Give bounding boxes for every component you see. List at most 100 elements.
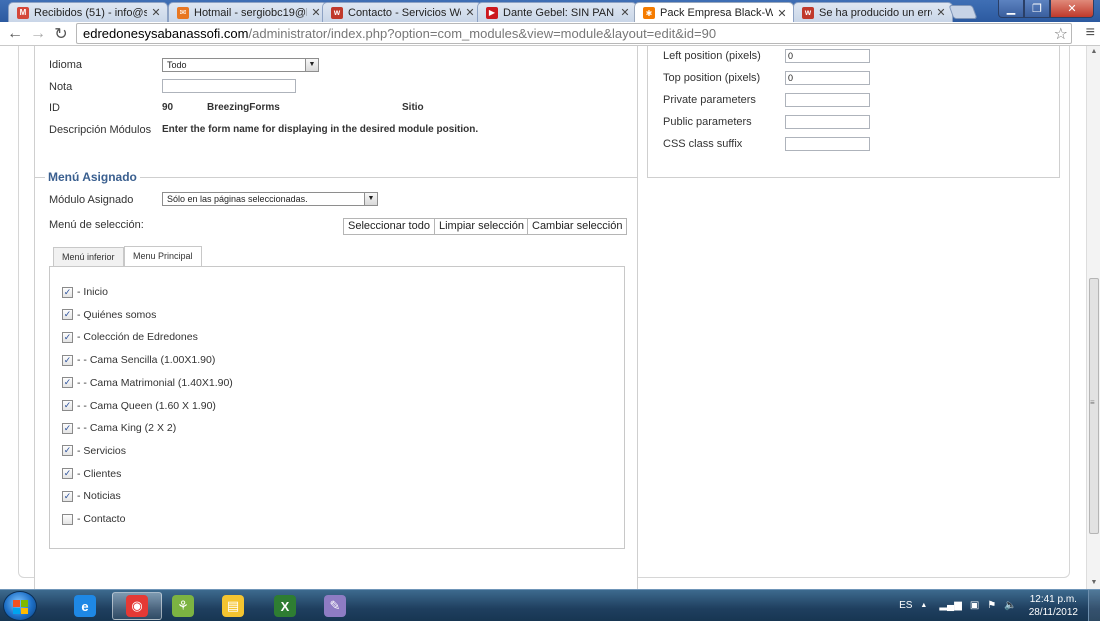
maximize-button[interactable]: ❐: [1024, 0, 1050, 18]
menu-item-checkbox[interactable]: ✓: [62, 354, 73, 366]
tab-menu-inferior[interactable]: Menú inferior: [53, 247, 124, 267]
selection-button-group: Seleccionar todo Limpiar selección Cambi…: [343, 218, 628, 235]
taskbar-app-internet-explorer[interactable]: e: [60, 592, 110, 620]
close-tab-icon[interactable]: ✕: [311, 6, 321, 19]
taskbar-app-paint[interactable]: ✎: [310, 592, 360, 620]
menu-item-checkbox[interactable]: ✓: [62, 445, 73, 457]
note-input[interactable]: [162, 79, 296, 93]
menu-item-label: - - Cama Sencilla (1.00X1.90): [77, 354, 216, 367]
menu-item-checkbox[interactable]: ✓: [62, 400, 73, 411]
browser-tab[interactable]: ✉ Hotmail - sergiobc19@ho ✕: [168, 2, 328, 22]
close-tab-icon[interactable]: ✕: [777, 7, 787, 20]
tab-title: Hotmail - sergiobc19@ho: [194, 6, 307, 19]
menu-item-checkbox[interactable]: ✓: [62, 490, 73, 502]
browser-tab[interactable]: M Recibidos (51) - info@sert ✕: [8, 2, 168, 22]
paint-icon: ✎: [324, 595, 346, 617]
close-tab-icon[interactable]: ✕: [151, 6, 161, 19]
menu-item-checkbox[interactable]: ✓: [62, 309, 73, 321]
menu-item: ✓ - - Cama Queen (1.60 X 1.90): [62, 400, 216, 412]
bookmark-star-icon[interactable]: ☆: [1054, 24, 1068, 44]
windows-logo-icon: [13, 600, 28, 614]
site-label: Sitio: [402, 102, 424, 113]
browser-tab[interactable]: w Se ha producido un error ✕: [793, 2, 953, 22]
note-label: Nota: [49, 81, 73, 93]
module-params-panel: Left position (pixels) 0 Top position (p…: [647, 46, 1060, 178]
clear-selection-button[interactable]: Limpiar selección: [434, 218, 529, 235]
menu-item: ✓ - Colección de Edredones: [62, 331, 198, 343]
close-tab-icon[interactable]: ✕: [620, 6, 630, 19]
menu-item: ✓ - Inicio: [62, 286, 108, 298]
tray-expand-icon[interactable]: ▲: [920, 602, 927, 609]
scroll-up-icon[interactable]: ▲: [1087, 46, 1100, 58]
menu-item-checkbox[interactable]: [62, 513, 73, 525]
page-scrollbar[interactable]: ▲ ≡ ▼: [1086, 46, 1100, 589]
browser-tab[interactable]: w Contacto - Servicios Web ✕: [322, 2, 482, 22]
menu-item: ✓ - Quiénes somos: [62, 309, 156, 321]
show-desktop-button[interactable]: [1088, 590, 1100, 621]
forward-button[interactable]: →: [27, 23, 49, 45]
url-host: edredonesysabanassofi.com: [83, 26, 249, 41]
tab-menu-principal[interactable]: Menu Principal: [124, 246, 202, 267]
menu-item-label: - Colección de Edredones: [77, 331, 198, 344]
scroll-down-icon[interactable]: ▼: [1087, 577, 1100, 589]
left-position-input[interactable]: 0: [785, 49, 870, 63]
menu-item: ✓ - - Cama Sencilla (1.00X1.90): [62, 354, 215, 366]
browser-toolbar: ← → ↻ edredonesysabanassofi.com/administ…: [0, 22, 1100, 46]
clock[interactable]: 12:41 p.m. 28/11/2012: [1029, 593, 1078, 619]
menu-item-checkbox[interactable]: ✓: [62, 468, 73, 480]
browser-tab-strip: M Recibidos (51) - info@sert ✕ ✉ Hotmail - s…: [0, 0, 1100, 23]
language-label: Idioma: [49, 59, 83, 71]
top-position-input[interactable]: 0: [785, 71, 870, 85]
browser-tab[interactable]: ✱ Pack Empresa Black-Whit ✕: [634, 2, 794, 23]
private-params-input[interactable]: [785, 93, 870, 107]
chevron-down-icon: ▼: [364, 193, 377, 205]
address-bar[interactable]: edredonesysabanassofi.com/administrator/…: [76, 23, 1072, 44]
close-tab-icon[interactable]: ✕: [936, 6, 946, 19]
reload-button[interactable]: ↻: [50, 23, 72, 45]
signal-icon[interactable]: ▂▄▆: [939, 600, 961, 611]
close-tab-icon[interactable]: ✕: [465, 6, 475, 19]
menu-item-label: - - Cama Queen (1.60 X 1.90): [77, 399, 216, 412]
taskbar-app-chrome[interactable]: ◉: [112, 592, 162, 620]
network-icon[interactable]: ▣: [970, 600, 979, 611]
menu-item-label: - Quiénes somos: [77, 308, 157, 321]
volume-icon[interactable]: 🔈: [1004, 600, 1016, 611]
menu-item: ✓ - Noticias: [62, 490, 121, 502]
select-all-button[interactable]: Seleccionar todo: [343, 218, 435, 235]
close-window-button[interactable]: ✕: [1050, 0, 1094, 18]
menu-assignment-legend: Menú Asignado: [45, 170, 140, 184]
browser-tab[interactable]: ▶ Dante Gebel: SIN PAN EN ✕: [477, 2, 637, 22]
menu-assignment-fieldset: Menú Asignado Módulo Asignado Sólo en la…: [34, 170, 638, 589]
tab-title: Contacto - Servicios Web: [348, 6, 461, 19]
menu-item-label: - Servicios: [77, 444, 127, 457]
chrome-icon: ◉: [126, 595, 148, 617]
taskbar-app-app-green[interactable]: ⚘: [158, 592, 208, 620]
menu-item-checkbox[interactable]: ✓: [62, 422, 73, 434]
new-tab-button[interactable]: [948, 5, 978, 19]
menu-item-checkbox[interactable]: ✓: [62, 377, 73, 389]
module-assigned-label: Módulo Asignado: [49, 194, 134, 206]
security-icon[interactable]: ⚑: [987, 600, 996, 611]
taskbar-app-excel[interactable]: X: [260, 592, 310, 620]
reload-icon: ↻: [54, 26, 68, 43]
menu-item-checkbox[interactable]: ✓: [62, 331, 73, 343]
chrome-menu-icon[interactable]: ≡: [1086, 24, 1095, 42]
top-position-label: Top position (pixels): [663, 72, 761, 84]
back-button[interactable]: ←: [4, 23, 26, 45]
language-indicator[interactable]: ES: [899, 600, 912, 611]
start-button[interactable]: [3, 591, 37, 621]
menu-item-label: - Noticias: [77, 490, 121, 503]
module-assigned-select[interactable]: Sólo en las páginas seleccionadas. ▼: [162, 192, 378, 206]
site-icon: w: [331, 6, 343, 19]
minimize-button[interactable]: ▁: [998, 0, 1024, 18]
forward-arrow-icon: →: [30, 25, 46, 42]
id-label: ID: [49, 102, 60, 114]
public-params-input[interactable]: [785, 115, 870, 129]
excel-icon: X: [274, 595, 296, 617]
language-select[interactable]: Todo ▼: [162, 58, 319, 72]
css-suffix-input[interactable]: [785, 137, 870, 151]
taskbar-app-explorer[interactable]: ▤: [208, 592, 258, 620]
menu-item-checkbox[interactable]: ✓: [62, 286, 73, 298]
menu-item: ✓ - - Cama Matrimonial (1.40X1.90): [62, 377, 233, 389]
toggle-selection-button[interactable]: Cambiar selección: [527, 218, 628, 235]
